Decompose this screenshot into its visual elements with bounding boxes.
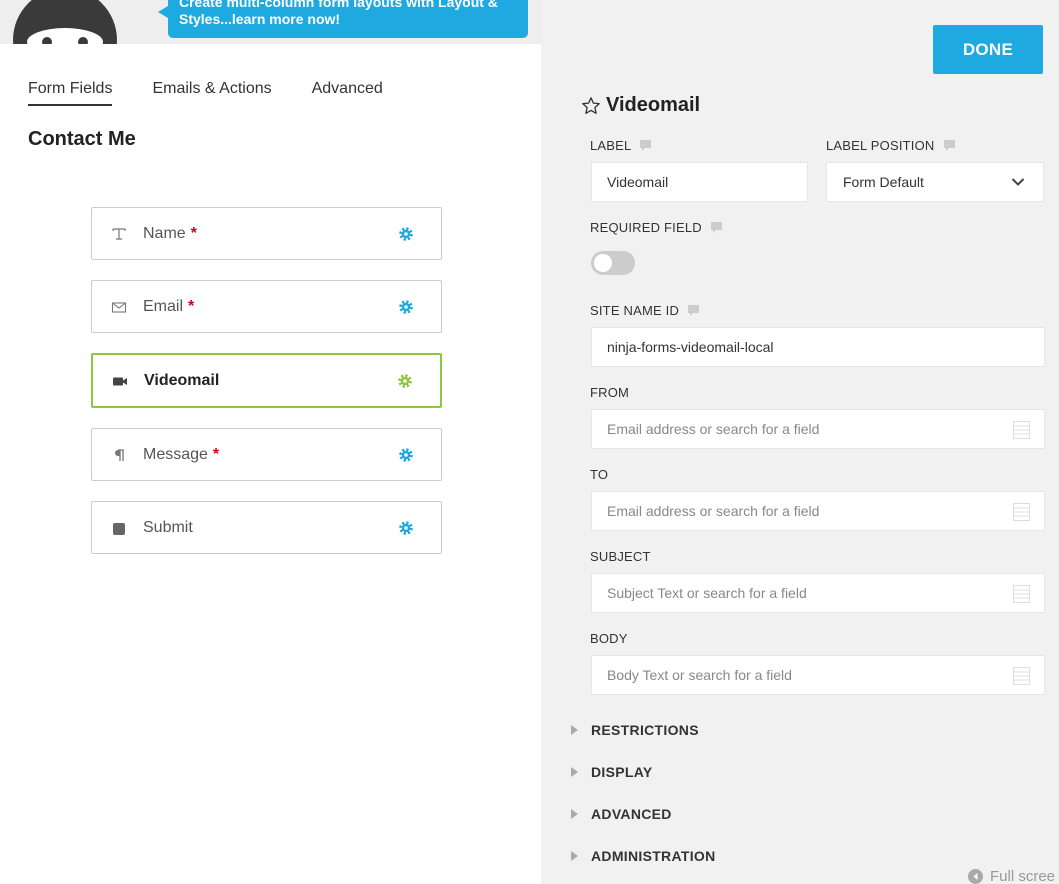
field-email[interactable]: Email *	[91, 280, 442, 333]
star-icon[interactable]	[581, 96, 601, 116]
section-administration[interactable]: ADMINISTRATION	[571, 848, 716, 864]
label-text: SUBJECT	[590, 549, 651, 564]
square-icon	[111, 520, 127, 536]
video-camera-icon	[112, 373, 128, 389]
section-label: ADMINISTRATION	[591, 848, 716, 864]
merge-tags-icon[interactable]	[1013, 585, 1030, 603]
to-placeholder: Email address or search for a field	[607, 503, 820, 519]
gear-icon[interactable]	[398, 520, 414, 536]
merge-tags-icon[interactable]	[1013, 667, 1030, 685]
tab-form-fields[interactable]: Form Fields	[28, 80, 113, 106]
required-marker: *	[212, 445, 220, 463]
label-position-label: LABEL POSITION	[826, 138, 955, 153]
gear-icon[interactable]	[398, 447, 414, 463]
label-input[interactable]: Videomail	[591, 162, 808, 202]
arrow-left-circle-icon	[968, 869, 983, 884]
field-submit[interactable]: Submit	[91, 501, 442, 554]
section-display[interactable]: DISPLAY	[571, 764, 653, 780]
toggle-knob	[594, 254, 612, 272]
required-field-label: REQUIRED FIELD	[590, 220, 722, 235]
done-button[interactable]: DONE	[933, 25, 1043, 74]
select-value: Form Default	[843, 174, 924, 190]
field-message[interactable]: Message *	[91, 428, 442, 481]
required-marker: *	[188, 297, 195, 315]
to-input[interactable]: Email address or search for a field	[591, 491, 1045, 531]
merge-tags-icon[interactable]	[1013, 421, 1030, 439]
help-bubble-icon[interactable]	[710, 222, 722, 233]
promo-banner[interactable]: Create multi-column form layouts with La…	[168, 0, 528, 38]
help-bubble-icon[interactable]	[688, 305, 700, 316]
label-position-select[interactable]: Form Default	[826, 162, 1044, 202]
field-label: Videomail	[144, 371, 220, 389]
body-label: BODY	[590, 631, 628, 646]
text-icon	[111, 226, 127, 242]
gear-icon[interactable]	[398, 226, 414, 242]
section-label: DISPLAY	[591, 764, 653, 780]
help-bubble-icon[interactable]	[640, 140, 652, 151]
field-settings-drawer: DONE Videomail LABEL Videomail LABEL POS…	[541, 0, 1059, 884]
expand-triangle-icon	[571, 851, 578, 861]
required-toggle[interactable]	[591, 251, 635, 275]
label-text: LABEL POSITION	[826, 138, 935, 153]
label-text: BODY	[590, 631, 628, 646]
label-text: LABEL	[590, 138, 632, 153]
from-label: FROM	[590, 385, 629, 400]
site-name-id-input[interactable]: ninja-forms-videomail-local	[591, 327, 1045, 367]
field-name[interactable]: Name *	[91, 207, 442, 260]
from-input[interactable]: Email address or search for a field	[591, 409, 1045, 449]
help-bubble-icon[interactable]	[943, 140, 955, 151]
full-screen-label: Full scree	[990, 868, 1056, 884]
label-field-label: LABEL	[590, 138, 652, 153]
section-restrictions[interactable]: RESTRICTIONS	[571, 722, 699, 738]
body-input[interactable]: Body Text or search for a field	[591, 655, 1045, 695]
required-marker: *	[190, 224, 197, 242]
subject-placeholder: Subject Text or search for a field	[607, 585, 807, 601]
body-placeholder: Body Text or search for a field	[607, 667, 792, 683]
gear-icon[interactable]	[397, 373, 413, 389]
from-placeholder: Email address or search for a field	[607, 421, 820, 437]
promo-text[interactable]: Create multi-column form layouts with La…	[179, 0, 518, 28]
field-label: Email	[143, 297, 184, 315]
to-label: TO	[590, 467, 608, 482]
drawer-title: Videomail	[581, 94, 700, 117]
section-advanced[interactable]: ADVANCED	[571, 806, 672, 822]
expand-triangle-icon	[571, 725, 578, 735]
field-label: Name	[143, 224, 186, 242]
section-label: RESTRICTIONS	[591, 722, 699, 738]
tab-emails-actions[interactable]: Emails & Actions	[152, 80, 271, 106]
label-text: FROM	[590, 385, 630, 400]
paragraph-icon	[111, 447, 127, 463]
gear-icon[interactable]	[398, 299, 414, 315]
label-text: SITE NAME ID	[590, 303, 680, 318]
subject-label: SUBJECT	[590, 549, 651, 564]
section-label: ADVANCED	[591, 806, 672, 822]
full-screen-toggle[interactable]: Full scree	[968, 868, 1055, 884]
envelope-icon	[111, 299, 127, 315]
field-videomail[interactable]: Videomail	[91, 353, 442, 408]
chevron-down-icon	[1011, 178, 1025, 186]
site-name-id-label: SITE NAME ID	[590, 303, 700, 318]
drawer-title-text: Videomail	[606, 94, 701, 116]
tab-advanced[interactable]: Advanced	[312, 80, 383, 106]
subject-input[interactable]: Subject Text or search for a field	[591, 573, 1045, 613]
field-label: Message	[143, 445, 208, 463]
label-text: REQUIRED FIELD	[590, 220, 702, 235]
promo-arrow	[158, 6, 168, 18]
expand-triangle-icon	[571, 809, 578, 819]
merge-tags-icon[interactable]	[1013, 503, 1030, 521]
form-builder-panel: Form Fields Emails & Actions Advanced Co…	[0, 44, 541, 884]
field-label: Submit	[143, 518, 193, 536]
form-title: Contact Me	[28, 128, 136, 150]
label-text: TO	[590, 467, 609, 482]
builder-tabs: Form Fields Emails & Actions Advanced	[28, 80, 423, 106]
expand-triangle-icon	[571, 767, 578, 777]
